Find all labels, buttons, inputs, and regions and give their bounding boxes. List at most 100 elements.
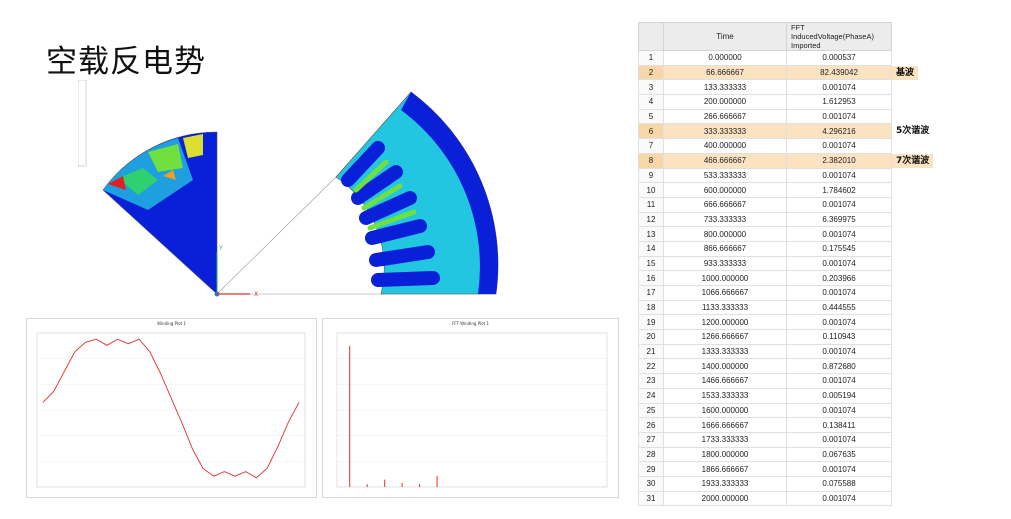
table-row: 25 1600.000000 0.001074 [638, 402, 892, 419]
row-time: 1533.333333 [663, 387, 787, 404]
row-voltage: 0.001074 [786, 226, 892, 242]
fft-plot: FFT Winding Plot 1 [322, 318, 619, 498]
row-index: 2 [638, 64, 664, 81]
row-time: 933.333333 [663, 255, 787, 272]
row-time: 1266.666667 [663, 329, 787, 345]
row-voltage: 0.444555 [786, 299, 892, 316]
annotation-note: 基波 [892, 65, 919, 80]
table-row: 14 866.666667 0.175545 [638, 240, 892, 257]
row-index: 28 [638, 446, 664, 463]
row-voltage: 0.001074 [786, 285, 892, 301]
row-time: 400.000000 [663, 138, 787, 154]
row-index: 16 [638, 270, 664, 286]
row-index: 21 [638, 343, 664, 360]
row-voltage: 6.369975 [786, 211, 892, 228]
row-index: 13 [638, 226, 664, 242]
row-voltage: 0.001074 [786, 79, 892, 96]
table-row: 19 1200.000000 0.001074 [638, 314, 892, 331]
row-time: 0.000000 [663, 50, 787, 66]
table-row: 17 1066.666667 0.001074 [638, 285, 892, 301]
table-row: 23 1466.666667 0.001074 [638, 373, 892, 389]
row-voltage: 0.203966 [786, 270, 892, 286]
row-voltage: 0.067635 [786, 446, 892, 463]
row-voltage: 2.382010 [786, 152, 892, 169]
row-time: 1733.333333 [663, 431, 787, 448]
table-row: 5 266.666667 0.001074 [638, 108, 892, 125]
row-index: 29 [638, 461, 664, 477]
row-voltage: 0.001074 [786, 314, 892, 331]
row-voltage: 1.784602 [786, 182, 892, 198]
row-index: 19 [638, 314, 664, 331]
table-row: 21 1333.333333 0.001074 [638, 343, 892, 360]
row-time: 1133.333333 [663, 299, 787, 316]
row-time: 666.666667 [663, 196, 787, 213]
row-voltage: 0.001074 [786, 138, 892, 154]
row-index: 25 [638, 402, 664, 419]
annotation-note: 5次谐波 [896, 126, 930, 137]
row-time: 1600.000000 [663, 402, 787, 419]
table-row: 8 466.666667 2.382010 [638, 152, 892, 169]
table-row: 9 533.333333 0.001074 [638, 167, 892, 184]
row-time: 66.666667 [663, 64, 787, 81]
waveform-plot: Winding Plot 1 [26, 318, 317, 498]
row-index: 9 [638, 167, 664, 184]
table-row: 4 200.000000 1.612953 [638, 94, 892, 110]
row-index: 17 [638, 285, 664, 301]
row-index: 30 [638, 475, 664, 492]
row-index: 24 [638, 387, 664, 404]
row-time: 266.666667 [663, 108, 787, 125]
row-voltage: 0.075588 [786, 475, 892, 492]
row-time: 600.000000 [663, 182, 787, 198]
table-row: 24 1533.333333 0.005194 [638, 387, 892, 404]
row-index: 8 [638, 152, 664, 169]
table-row: 11 666.666667 0.001074 [638, 196, 892, 213]
table-row: 28 1800.000000 0.067635 [638, 446, 892, 463]
table-row: 20 1266.666667 0.110943 [638, 329, 892, 345]
row-index: 23 [638, 373, 664, 389]
table-row: 7 400.000000 0.001074 [638, 138, 892, 154]
row-time: 1066.666667 [663, 285, 787, 301]
waveform-series-line [42, 338, 300, 479]
row-time: 733.333333 [663, 211, 787, 228]
row-voltage: 0.005194 [786, 387, 892, 404]
table-row: 16 1000.000000 0.203966 [638, 270, 892, 286]
table-row: 3 133.333333 0.001074 [638, 79, 892, 96]
row-time: 1466.666667 [663, 373, 787, 389]
table-row: 13 800.000000 0.001074 [638, 226, 892, 242]
row-index: 11 [638, 196, 664, 213]
row-time: 1200.000000 [663, 314, 787, 331]
page-title: 空载反电势 [46, 44, 206, 80]
row-index: 7 [638, 138, 664, 154]
row-time: 866.666667 [663, 240, 787, 257]
table-row: 18 1133.333333 0.444555 [638, 299, 892, 316]
row-time: 466.666667 [663, 152, 787, 169]
table-row: 2 66.666667 82.439042 [638, 64, 892, 81]
row-index: 15 [638, 255, 664, 272]
row-time: 800.000000 [663, 226, 787, 242]
row-voltage: 4.296216 [786, 123, 892, 140]
row-voltage: 1.612953 [786, 94, 892, 110]
table-row: 30 1933.333333 0.075588 [638, 475, 892, 492]
row-index: 10 [638, 182, 664, 198]
row-index: 26 [638, 417, 664, 433]
row-index: 4 [638, 94, 664, 110]
row-index: 18 [638, 299, 664, 316]
row-voltage: 0.001074 [786, 167, 892, 184]
field-plot: Y X [78, 80, 499, 298]
row-time: 1800.000000 [663, 446, 787, 463]
row-time: 200.000000 [663, 94, 787, 110]
row-voltage: 0.000537 [786, 50, 892, 66]
table-row: 15 933.333333 0.001074 [638, 255, 892, 272]
row-index: 14 [638, 240, 664, 257]
row-index: 3 [638, 79, 664, 96]
table-header-time: Time [663, 22, 787, 51]
row-index: 22 [638, 358, 664, 375]
table-row: 31 2000.000000 0.001074 [638, 490, 892, 507]
row-voltage: 0.001074 [786, 196, 892, 213]
x-axis-label: X [254, 291, 258, 298]
row-voltage: 0.110943 [786, 329, 892, 345]
row-index: 5 [638, 108, 664, 125]
table-header-voltage: FFT InducedVoltage(PhaseA) Imported [786, 22, 892, 51]
annotation-note: 7次谐波 [892, 153, 934, 168]
row-time: 133.333333 [663, 79, 787, 96]
